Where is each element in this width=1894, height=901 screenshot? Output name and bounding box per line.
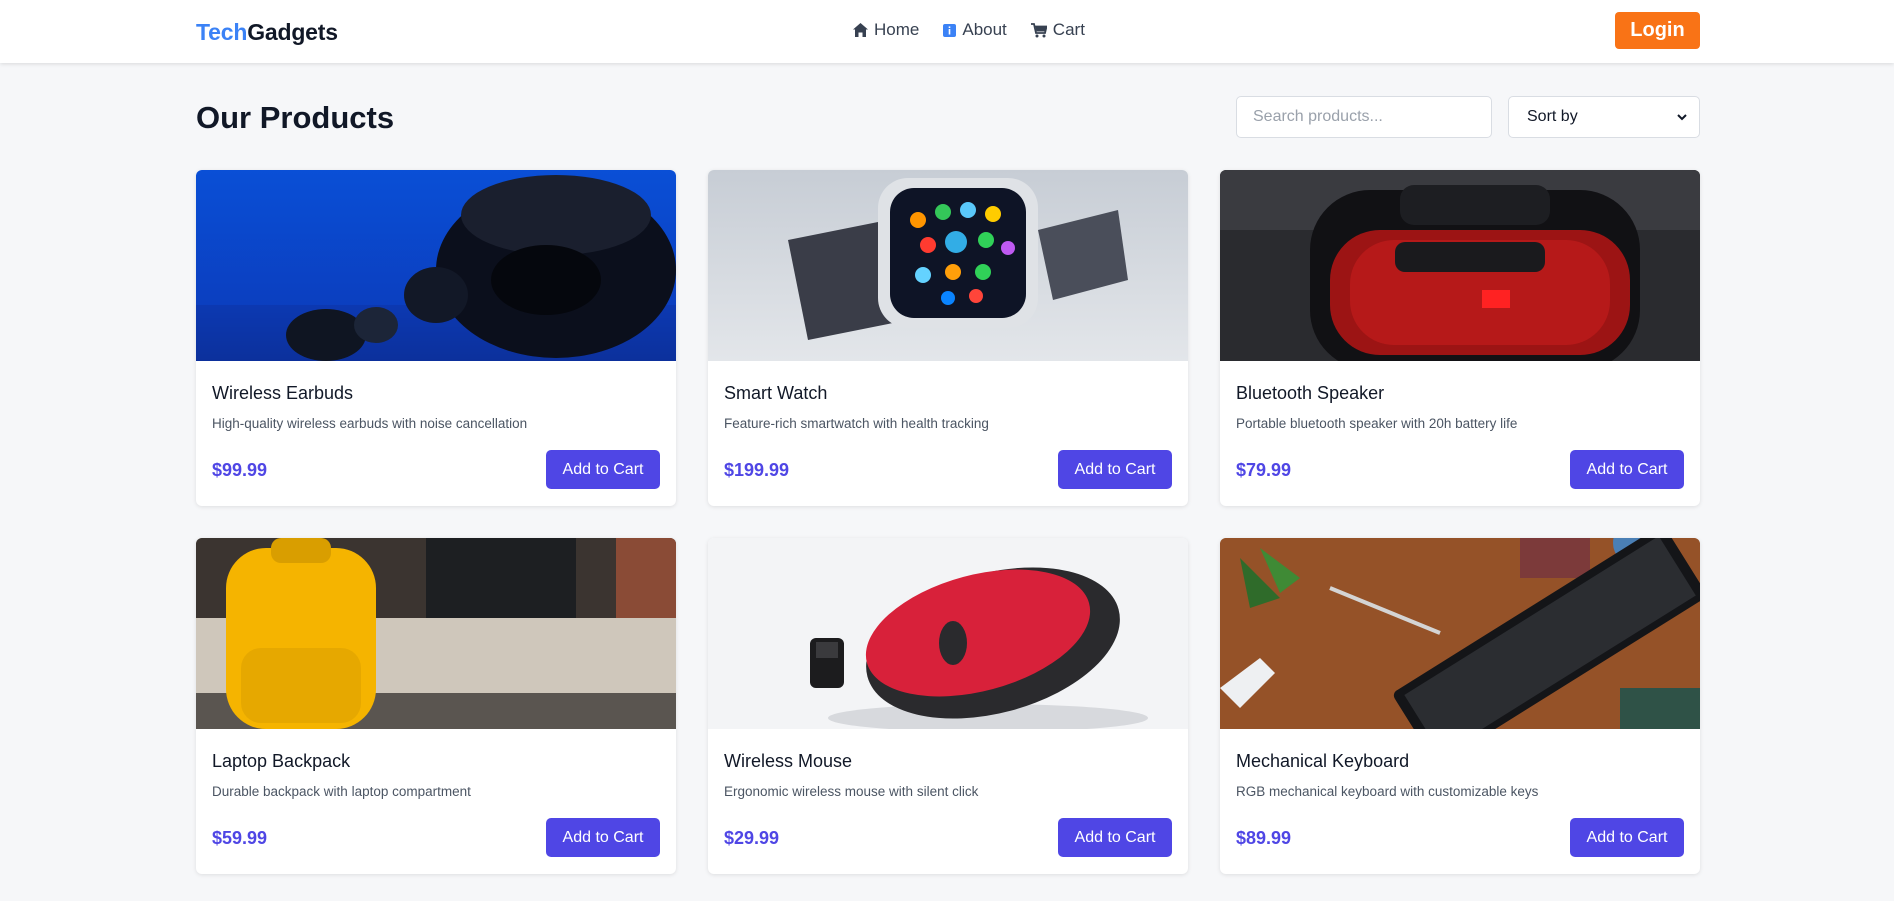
add-to-cart-button[interactable]: Add to Cart bbox=[1058, 450, 1172, 489]
search-input[interactable] bbox=[1236, 96, 1492, 138]
product-description: Feature-rich smartwatch with health trac… bbox=[724, 416, 989, 431]
product-price: $99.99 bbox=[212, 460, 268, 480]
product-card-laptop-backpack: Laptop Backpack Durable backpack with la… bbox=[196, 538, 676, 874]
home-icon bbox=[853, 23, 868, 37]
nav-link-home[interactable]: Home bbox=[853, 20, 919, 40]
product-card-mechanical-keyboard: Mechanical Keyboard RGB mechanical keybo… bbox=[1220, 538, 1700, 874]
product-title: Wireless Mouse bbox=[724, 751, 853, 771]
info-icon bbox=[943, 23, 957, 37]
sort-select[interactable]: Sort by bbox=[1508, 96, 1700, 138]
add-to-cart-button[interactable]: Add to Cart bbox=[546, 450, 660, 489]
product-price: $59.99 bbox=[212, 828, 268, 848]
brand-text-tech: Tech bbox=[196, 19, 248, 45]
chevron-down-icon bbox=[1677, 108, 1687, 126]
nav-link-cart-label: Cart bbox=[1052, 20, 1085, 39]
product-price: $29.99 bbox=[724, 828, 780, 848]
product-card-bluetooth-speaker: Bluetooth Speaker Portable bluetooth spe… bbox=[1220, 170, 1700, 506]
login-button[interactable]: Login bbox=[1615, 12, 1700, 49]
product-image-laptop-backpack bbox=[196, 538, 676, 729]
product-image-wireless-mouse bbox=[708, 538, 1188, 729]
product-title: Wireless Earbuds bbox=[212, 383, 354, 403]
add-to-cart-button[interactable]: Add to Cart bbox=[1058, 818, 1172, 857]
add-to-cart-button[interactable]: Add to Cart bbox=[1570, 818, 1684, 857]
brand-text-gadgets: Gadgets bbox=[247, 19, 338, 45]
nav-link-about[interactable]: About bbox=[943, 20, 1007, 40]
nav-link-cart[interactable]: Cart bbox=[1030, 20, 1085, 40]
product-title: Laptop Backpack bbox=[212, 751, 351, 771]
product-description: RGB mechanical keyboard with customizabl… bbox=[1236, 784, 1539, 799]
product-image-mechanical-keyboard bbox=[1220, 538, 1700, 729]
page-title: Our Products bbox=[196, 100, 395, 135]
product-image-bluetooth-speaker bbox=[1220, 170, 1700, 361]
product-price: $89.99 bbox=[1236, 828, 1292, 848]
product-price: $199.99 bbox=[724, 460, 790, 480]
product-description: Durable backpack with laptop compartment bbox=[212, 784, 471, 799]
product-image-earbuds bbox=[196, 170, 676, 361]
product-title: Smart Watch bbox=[724, 383, 828, 403]
nav-link-about-label: About bbox=[962, 20, 1007, 39]
product-description: High-quality wireless earbuds with noise… bbox=[212, 416, 528, 431]
sort-select-label: Sort by bbox=[1527, 108, 1578, 125]
add-to-cart-button[interactable]: Add to Cart bbox=[1570, 450, 1684, 489]
product-image-smart-watch bbox=[708, 170, 1188, 361]
product-description: Ergonomic wireless mouse with silent cli… bbox=[724, 784, 979, 799]
add-to-cart-button[interactable]: Add to Cart bbox=[546, 818, 660, 857]
brand-logo[interactable]: TechGadgets bbox=[196, 19, 338, 46]
product-title: Bluetooth Speaker bbox=[1236, 383, 1385, 403]
nav-links: Home About Cart bbox=[853, 20, 1085, 40]
cart-icon bbox=[1030, 22, 1047, 38]
product-card-wireless-mouse: Wireless Mouse Ergonomic wireless mouse … bbox=[708, 538, 1188, 874]
nav-link-home-label: Home bbox=[874, 20, 920, 39]
navbar: TechGadgets Home About Cart Login bbox=[0, 0, 1894, 63]
product-title: Mechanical Keyboard bbox=[1236, 751, 1410, 771]
product-card-smart-watch: Smart Watch Feature-rich smartwatch with… bbox=[708, 170, 1188, 506]
product-card-wireless-earbuds: Wireless Earbuds High-quality wireless e… bbox=[196, 170, 676, 506]
product-price: $79.99 bbox=[1236, 460, 1292, 480]
product-description: Portable bluetooth speaker with 20h batt… bbox=[1236, 416, 1518, 431]
